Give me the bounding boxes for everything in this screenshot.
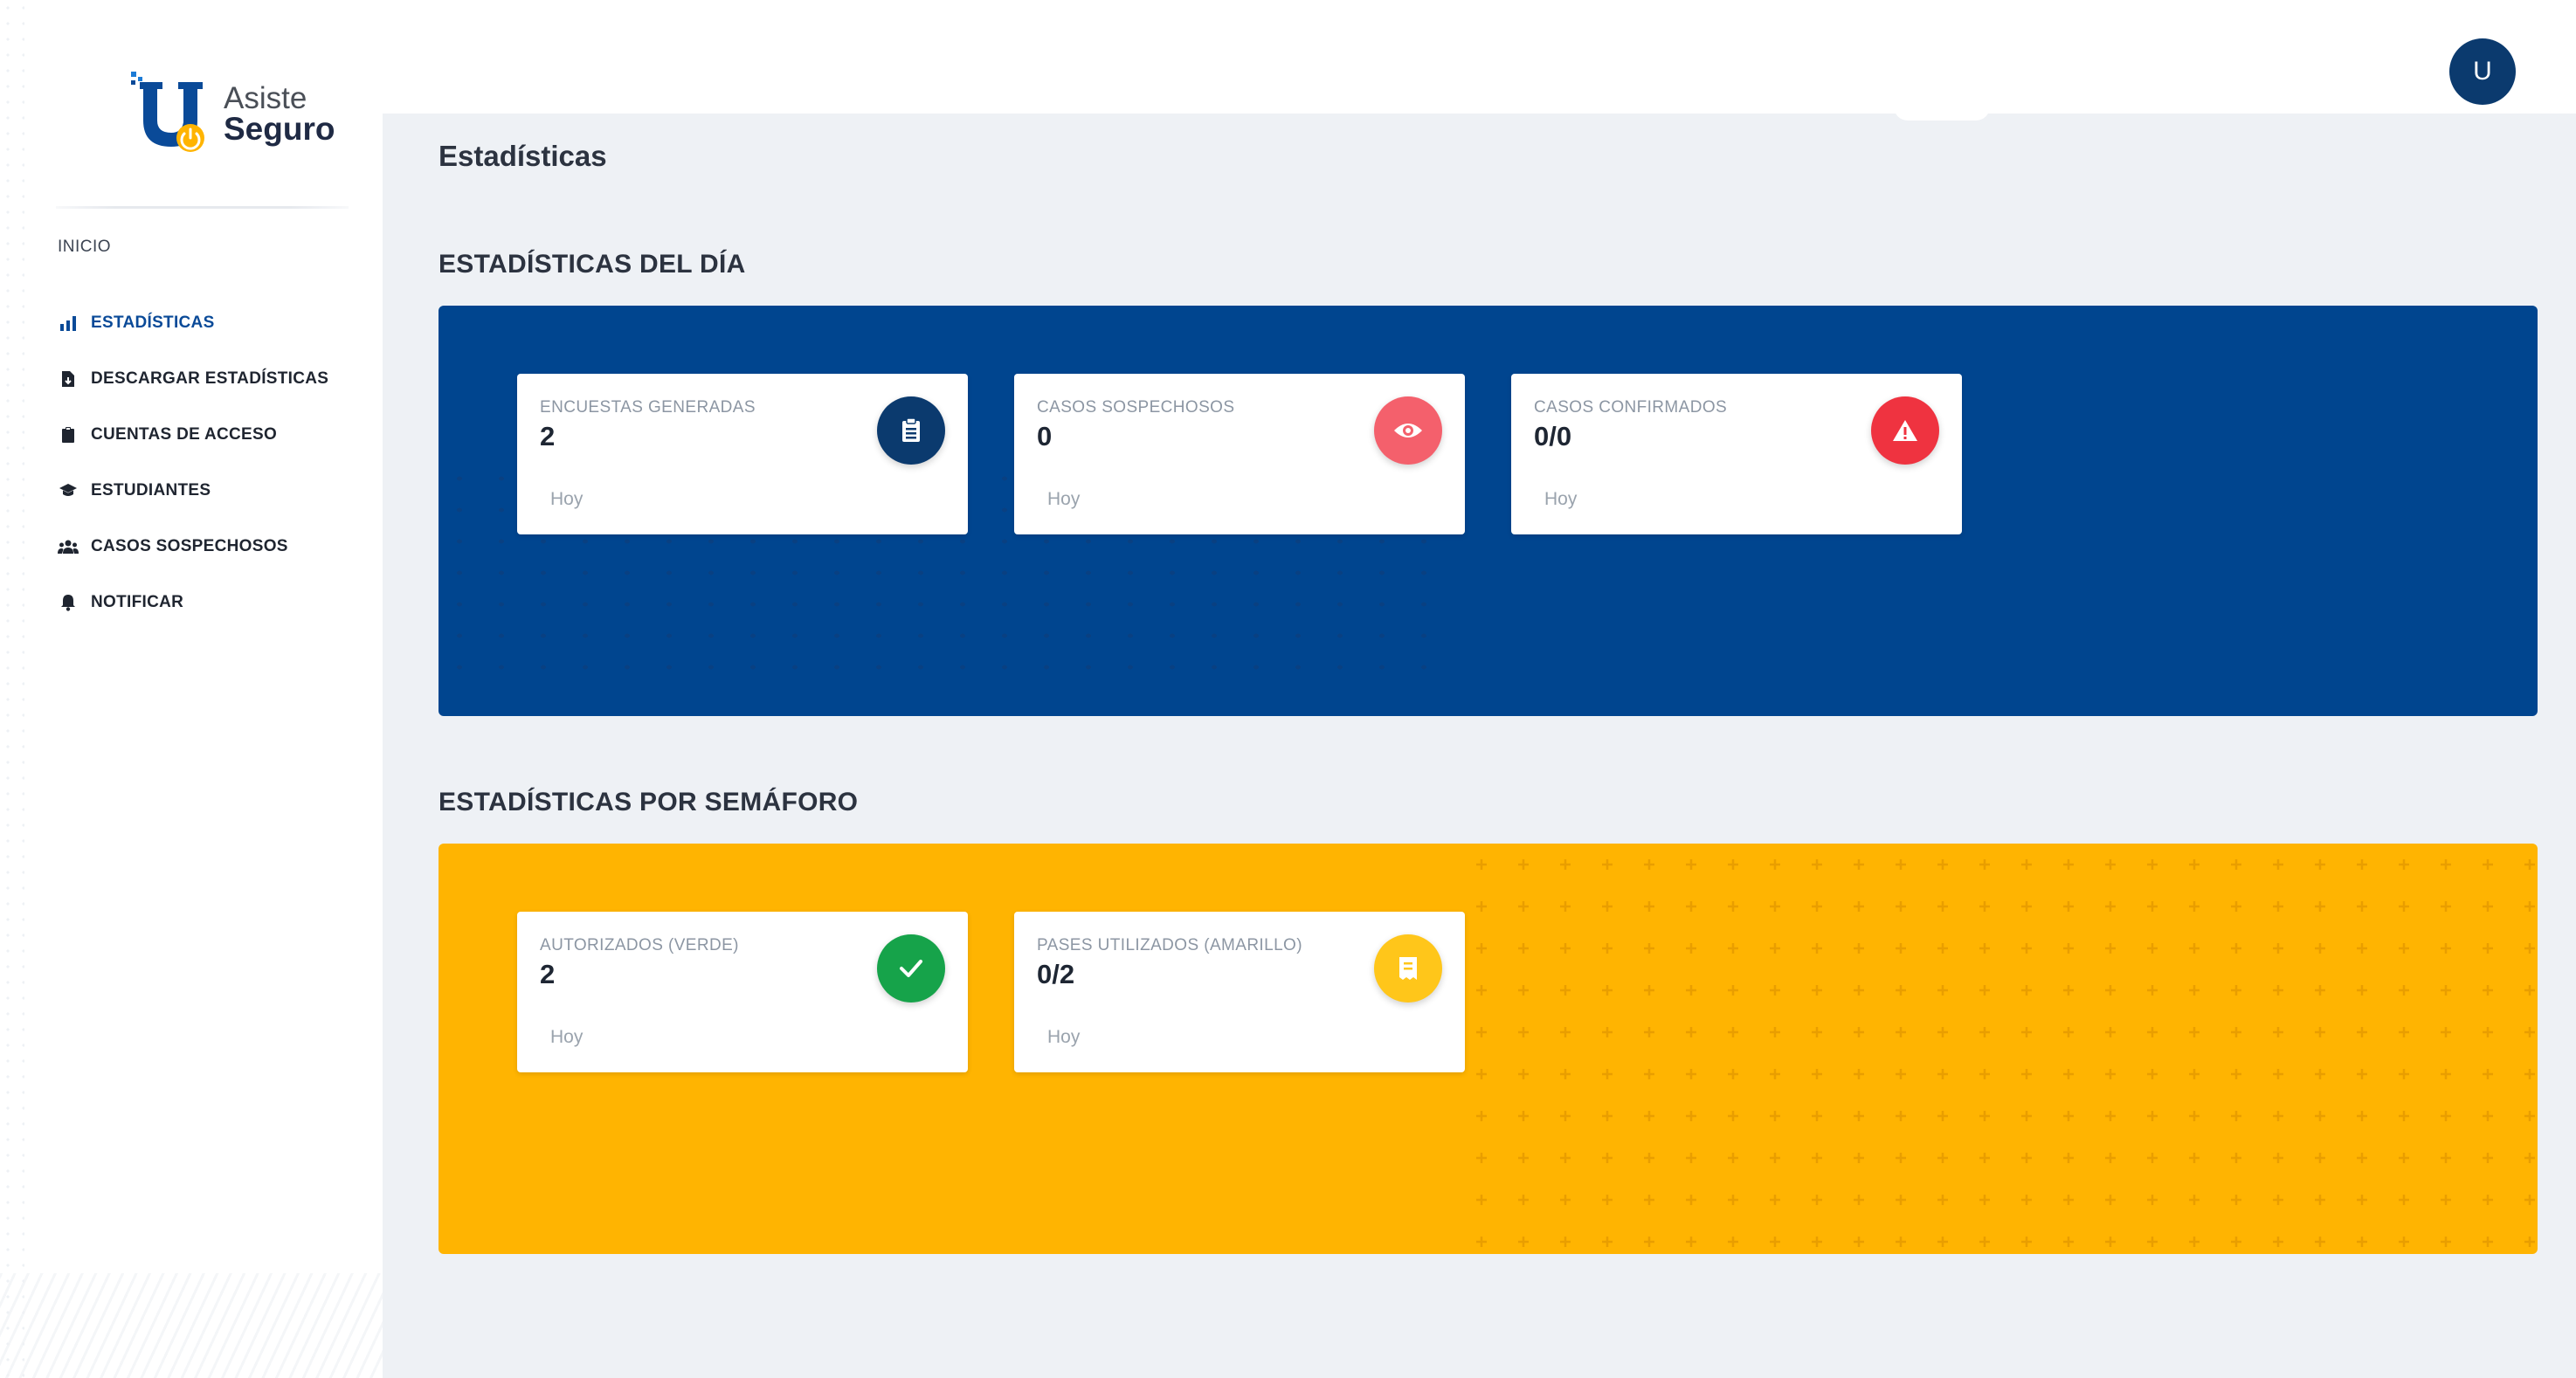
sidebar-item-estudiantes[interactable]: ESTUDIANTES [58,463,372,519]
stat-card-casos-confirmados: CASOS CONFIRMADOS 0/0 Hoy [1511,374,1962,534]
card-label: CASOS SOSPECHOSOS [1037,398,1235,417]
sidebar-item-cuentas-de-acceso[interactable]: CUENTAS DE ACCESO [58,407,372,463]
sidebar-item-label: CASOS SOSPECHOSOS [91,537,288,555]
stat-card-encuestas: ENCUESTAS GENERADAS 2 Hoy [517,374,968,534]
file-download-icon [58,369,79,389]
warning-icon [1871,396,1939,465]
stat-card-pases-utilizados: PASES UTILIZADOS (AMARILLO) 0/2 Hoy [1014,912,1465,1072]
bell-icon [58,592,79,613]
user-avatar[interactable]: U [2449,38,2516,105]
card-label: ENCUESTAS GENERADAS [540,398,756,417]
sidebar-item-label: ESTUDIANTES [91,481,211,500]
brand-logo[interactable]: Asiste Seguro [128,70,337,157]
section-title-semaforo: ESTADÍSTICAS POR SEMÁFORO [439,788,859,816]
clipboard-list-icon [877,396,945,465]
card-value: 0 [1037,421,1053,451]
clipboard-icon [58,424,79,445]
page-title: Estadísticas [439,140,607,172]
panel-plus-pattern [1461,844,2538,1254]
sidebar-item-notificar[interactable]: NOTIFICAR [58,575,372,630]
sidebar-panel: Asiste Seguro [24,0,383,1378]
stat-card-autorizados: AUTORIZADOS (VERDE) 2 Hoy [517,912,968,1072]
top-bar-notch [1894,107,1990,121]
sidebar-item-estadisticas[interactable]: ESTADÍSTICAS [58,295,372,351]
sidebar-item-descargar-estadisticas[interactable]: DESCARGAR ESTADÍSTICAS [58,351,372,407]
top-bar [383,0,2576,114]
card-label: PASES UTILIZADOS (AMARILLO) [1037,936,1302,954]
ticket-icon [1374,934,1442,1002]
card-footer: Hoy [550,489,584,509]
sidebar: Asiste Seguro INICIO ESTADÍSTICAS DESCAR… [0,0,383,1378]
bar-chart-icon [58,313,79,334]
card-footer: Hoy [1544,489,1578,509]
semaforo-stats-panel: AUTORIZADOS (VERDE) 2 Hoy PASES UTILIZAD… [439,844,2538,1254]
card-value: 2 [540,959,556,989]
card-footer: Hoy [1047,1027,1081,1047]
sidebar-decorative-pattern [0,1273,383,1378]
card-footer: Hoy [550,1027,584,1047]
sidebar-item-label: NOTIFICAR [91,593,184,611]
card-label: CASOS CONFIRMADOS [1534,398,1728,417]
daily-stats-panel: ENCUESTAS GENERADAS 2 Hoy CASOS SOSPECHO… [439,306,2538,716]
sidebar-item-label: CUENTAS DE ACCESO [91,425,278,444]
sidebar-nav: ESTADÍSTICAS DESCARGAR ESTADÍSTICAS CUEN… [58,295,372,630]
eye-icon [1374,396,1442,465]
card-value: 0/0 [1534,421,1572,451]
graduation-cap-icon [58,480,79,501]
card-label: AUTORIZADOS (VERDE) [540,936,739,954]
section-title-daily: ESTADÍSTICAS DEL DÍA [439,250,746,279]
card-value: 0/2 [1037,959,1075,989]
card-footer: Hoy [1047,489,1081,509]
check-icon [877,934,945,1002]
logo-mark-icon [131,72,204,152]
nav-section-label: INICIO [58,238,112,256]
sidebar-item-label: DESCARGAR ESTADÍSTICAS [91,369,329,388]
sidebar-divider [56,206,349,209]
card-value: 2 [540,421,556,451]
stat-card-casos-sospechosos: CASOS SOSPECHOSOS 0 Hoy [1014,374,1465,534]
sidebar-item-casos-sospechosos[interactable]: CASOS SOSPECHOSOS [58,519,372,575]
brand-name-line-2: Seguro [224,111,335,147]
sidebar-item-label: ESTADÍSTICAS [91,313,215,332]
users-icon [58,536,79,557]
main-content: U Estadísticas ESTADÍSTICAS DEL DÍA ENCU… [383,0,2576,1378]
